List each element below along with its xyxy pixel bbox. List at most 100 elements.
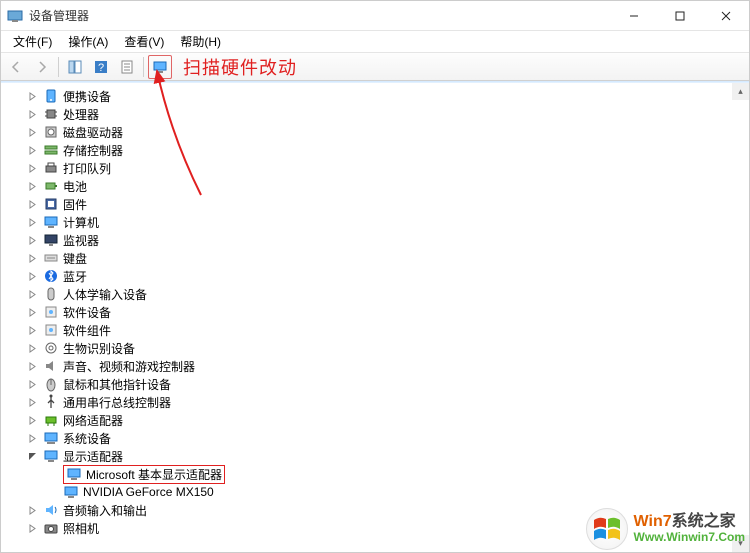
tree-item[interactable]: 人体学输入设备 — [25, 285, 749, 303]
tree-item[interactable]: 鼠标和其他指针设备 — [25, 375, 749, 393]
titlebar: 设备管理器 — [1, 1, 749, 31]
tree-item-label: 软件组件 — [63, 322, 111, 339]
expand-icon[interactable] — [25, 323, 39, 337]
keyboard-icon — [43, 250, 59, 266]
tree-item-label: 固件 — [63, 196, 87, 213]
tree-item[interactable]: 显示适配器 — [25, 447, 749, 465]
menu-view[interactable]: 查看(V) — [116, 31, 172, 52]
expand-icon[interactable] — [25, 215, 39, 229]
expand-icon[interactable] — [25, 341, 39, 355]
tree-item[interactable]: 计算机 — [25, 213, 749, 231]
maximize-button[interactable] — [657, 1, 703, 30]
forward-button[interactable] — [30, 55, 54, 79]
tree-item[interactable]: 固件 — [25, 195, 749, 213]
tree-item[interactable]: 系统设备 — [25, 429, 749, 447]
tree-item[interactable]: 声音、视频和游戏控制器 — [25, 357, 749, 375]
menu-help[interactable]: 帮助(H) — [172, 31, 229, 52]
watermark: Win7系统之家 Www.Winwin7.Com — [586, 508, 745, 550]
tree-item[interactable]: 键盘 — [25, 249, 749, 267]
computer-icon — [43, 214, 59, 230]
tree-item[interactable]: 存储控制器 — [25, 141, 749, 159]
tree-child-item[interactable]: Microsoft 基本显示适配器 — [25, 465, 749, 483]
device-tree[interactable]: 便携设备处理器磁盘驱动器存储控制器打印队列电池固件计算机监视器键盘蓝牙人体学输入… — [1, 83, 749, 552]
help-button[interactable]: ? — [89, 55, 113, 79]
menubar: 文件(F) 操作(A) 查看(V) 帮助(H) — [1, 31, 749, 53]
expand-icon[interactable] — [25, 395, 39, 409]
tree-item-label: 音频输入和输出 — [63, 502, 147, 519]
sound-icon — [43, 358, 59, 374]
network-icon — [43, 412, 59, 428]
tree-item[interactable]: 通用串行总线控制器 — [25, 393, 749, 411]
tree-item[interactable]: 打印队列 — [25, 159, 749, 177]
expand-icon[interactable] — [25, 197, 39, 211]
svg-text:?: ? — [98, 62, 104, 74]
collapse-icon[interactable] — [25, 449, 39, 463]
mouse-icon — [43, 376, 59, 392]
minimize-button[interactable] — [611, 1, 657, 30]
tree-item-label: 显示适配器 — [63, 448, 123, 465]
expand-icon[interactable] — [25, 503, 39, 517]
expand-icon[interactable] — [25, 125, 39, 139]
expand-icon[interactable] — [25, 287, 39, 301]
tree-item[interactable]: 电池 — [25, 177, 749, 195]
expand-icon[interactable] — [25, 431, 39, 445]
menu-action[interactable]: 操作(A) — [60, 31, 116, 52]
tree-item-label: 磁盘驱动器 — [63, 124, 123, 141]
expand-icon[interactable] — [25, 359, 39, 373]
tree-item[interactable]: 软件组件 — [25, 321, 749, 339]
tree-item-label: 软件设备 — [63, 304, 111, 321]
tree-item[interactable]: 磁盘驱动器 — [25, 123, 749, 141]
disk-icon — [43, 124, 59, 140]
display-icon — [43, 448, 59, 464]
expand-icon[interactable] — [25, 143, 39, 157]
software-icon — [43, 322, 59, 338]
menu-file[interactable]: 文件(F) — [5, 31, 60, 52]
tree-item-label: 监视器 — [63, 232, 99, 249]
window-controls — [611, 1, 749, 30]
watermark-text: Win7系统之家 Www.Winwin7.Com — [634, 513, 745, 545]
watermark-brand-rest: 系统之家 — [672, 513, 736, 530]
scan-hardware-button[interactable] — [148, 55, 172, 79]
tree-item-label: 通用串行总线控制器 — [63, 394, 171, 411]
toolbar: ? 扫描硬件改动 — [1, 53, 749, 81]
close-button[interactable] — [703, 1, 749, 30]
expand-icon[interactable] — [25, 413, 39, 427]
tree-item[interactable]: 网络适配器 — [25, 411, 749, 429]
tree-item[interactable]: 处理器 — [25, 105, 749, 123]
tree-item[interactable]: 便携设备 — [25, 87, 749, 105]
app-icon — [7, 8, 23, 24]
tree-item[interactable]: 监视器 — [25, 231, 749, 249]
tree-item-label: 计算机 — [63, 214, 99, 231]
tree-item[interactable]: 软件设备 — [25, 303, 749, 321]
expand-icon[interactable] — [25, 377, 39, 391]
expand-icon[interactable] — [25, 305, 39, 319]
storage-icon — [43, 142, 59, 158]
scroll-up-button[interactable]: ▴ — [732, 83, 749, 100]
expand-icon[interactable] — [25, 107, 39, 121]
tree-item-label: NVIDIA GeForce MX150 — [83, 485, 214, 499]
tree-item-label: 键盘 — [63, 250, 87, 267]
show-hide-console-button[interactable] — [63, 55, 87, 79]
expand-icon[interactable] — [25, 179, 39, 193]
monitor-icon — [43, 232, 59, 248]
tree-item-label: 网络适配器 — [63, 412, 123, 429]
tree-item-label: 声音、视频和游戏控制器 — [63, 358, 195, 375]
expand-icon[interactable] — [25, 161, 39, 175]
expand-icon[interactable] — [25, 251, 39, 265]
back-button[interactable] — [4, 55, 28, 79]
cpu-icon — [43, 106, 59, 122]
battery-icon — [43, 178, 59, 194]
expand-icon[interactable] — [25, 89, 39, 103]
tree-item-label: 处理器 — [63, 106, 99, 123]
expand-icon[interactable] — [25, 269, 39, 283]
bluetooth-icon — [43, 268, 59, 284]
tree-item-label: 打印队列 — [63, 160, 111, 177]
properties-button[interactable] — [115, 55, 139, 79]
expand-icon[interactable] — [25, 233, 39, 247]
biometric-icon — [43, 340, 59, 356]
expand-icon[interactable] — [25, 521, 39, 535]
tree-item-label: 系统设备 — [63, 430, 111, 447]
tree-item[interactable]: 生物识别设备 — [25, 339, 749, 357]
tree-child-item[interactable]: NVIDIA GeForce MX150 — [25, 483, 749, 501]
tree-item[interactable]: 蓝牙 — [25, 267, 749, 285]
